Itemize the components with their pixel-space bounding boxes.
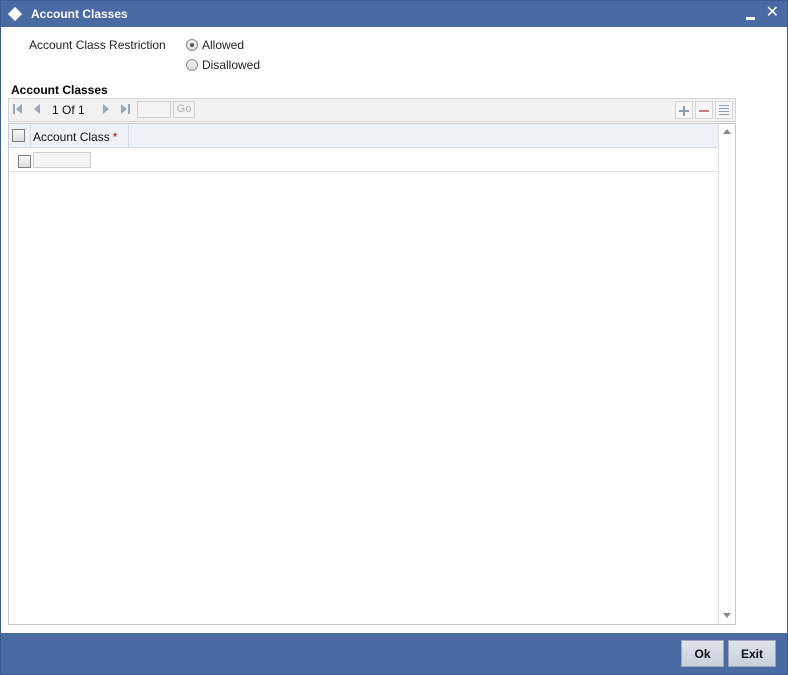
- column-divider: [30, 124, 31, 148]
- scroll-up-icon[interactable]: [723, 129, 731, 134]
- radio-disallowed-icon[interactable]: [186, 59, 198, 71]
- radio-disallowed[interactable]: Disallowed: [186, 58, 260, 72]
- radio-allowed-icon[interactable]: [186, 39, 198, 51]
- table-row: [9, 149, 719, 172]
- section-heading: Account Classes: [11, 83, 108, 97]
- minimize-icon[interactable]: [745, 4, 757, 22]
- radio-allowed[interactable]: Allowed: [186, 38, 244, 52]
- delete-row-icon[interactable]: [695, 101, 713, 119]
- scroll-down-icon[interactable]: [723, 613, 731, 618]
- close-icon[interactable]: ✕: [766, 4, 779, 22]
- go-button[interactable]: Go: [173, 101, 195, 118]
- required-marker: *: [112, 130, 118, 144]
- vertical-scrollbar[interactable]: [718, 124, 735, 624]
- window-controls: ✕: [745, 4, 779, 22]
- next-page-icon[interactable]: [102, 103, 112, 115]
- radio-disallowed-label[interactable]: Disallowed: [202, 58, 260, 72]
- row-checkbox[interactable]: [18, 155, 31, 168]
- grid-toolbar: 1 Of 1 Go: [8, 98, 736, 122]
- account-classes-grid: Account Class *: [8, 123, 736, 625]
- page-info: 1 Of 1: [52, 103, 85, 117]
- ok-button[interactable]: Ok: [681, 640, 724, 667]
- grid-header: Account Class *: [9, 124, 719, 148]
- footer-bar: Ok Exit: [1, 633, 787, 674]
- account-classes-window: Account Classes ✕ Account Class Restrict…: [0, 0, 788, 675]
- exit-button[interactable]: Exit: [728, 640, 776, 667]
- column-header-label: Account Class: [33, 130, 110, 144]
- first-page-icon[interactable]: [13, 103, 23, 115]
- last-page-icon[interactable]: [120, 103, 130, 115]
- single-view-icon[interactable]: [715, 101, 733, 119]
- previous-page-icon[interactable]: [33, 103, 43, 115]
- column-divider: [128, 124, 129, 148]
- column-header-account-class[interactable]: Account Class *: [33, 130, 117, 144]
- page-number-input[interactable]: [137, 101, 171, 118]
- add-row-icon[interactable]: [675, 101, 693, 119]
- account-class-restriction-label: Account Class Restriction: [29, 38, 166, 52]
- select-all-checkbox[interactable]: [12, 129, 25, 142]
- account-class-input[interactable]: [33, 152, 91, 168]
- window-diamond-icon: [7, 6, 23, 22]
- title-bar[interactable]: Account Classes ✕: [1, 1, 787, 27]
- window-title: Account Classes: [31, 7, 128, 21]
- radio-allowed-label[interactable]: Allowed: [202, 38, 244, 52]
